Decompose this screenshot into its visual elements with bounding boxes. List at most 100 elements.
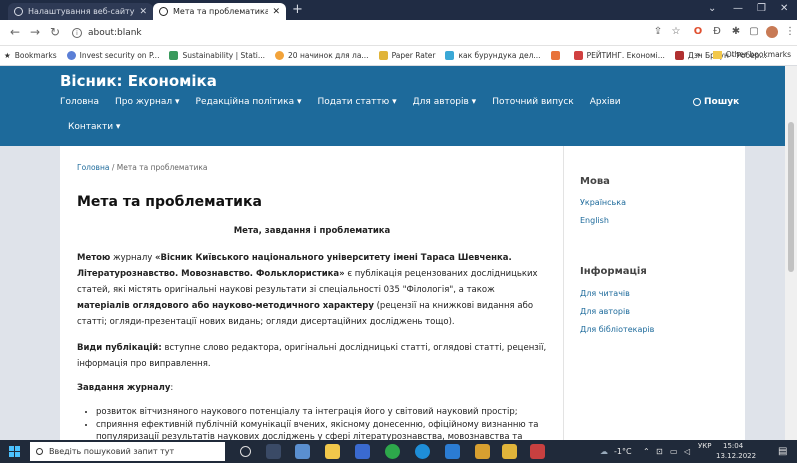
main-column: Головна / Мета та проблематика Мета та п…: [60, 146, 564, 440]
weather-icon[interactable]: ☁: [600, 447, 608, 456]
scrollbar[interactable]: [785, 66, 797, 440]
back-icon[interactable]: ←: [10, 25, 20, 39]
windows-start-icon[interactable]: [9, 446, 20, 457]
bookmark-favicon-icon: [169, 51, 179, 60]
bookmark-item[interactable]: Invest security on P...: [66, 51, 159, 60]
menu-icon[interactable]: ⋮: [784, 26, 796, 38]
network-icon[interactable]: ⊡: [656, 447, 663, 456]
keyboard-lang[interactable]: УКР: [698, 442, 711, 450]
task-view-icon[interactable]: [266, 444, 281, 459]
more-bookmarks-button[interactable]: »: [696, 50, 701, 59]
star-icon: ★: [4, 51, 11, 60]
weather-temp[interactable]: -1°C: [614, 447, 632, 456]
bookmark-item[interactable]: как бурундука дел...: [445, 51, 541, 60]
taskbar-app-icon[interactable]: [502, 444, 517, 459]
info-icon[interactable]: i: [72, 28, 82, 38]
restore-icon[interactable]: ❐: [757, 3, 766, 14]
bookmarks-bar: ★ Bookmarks Invest security on P... Sust…: [0, 46, 797, 66]
browser-tab-strip: Налаштування веб-сайту##cont ✕ Мета та п…: [0, 0, 797, 20]
information-heading: Інформація: [580, 266, 647, 277]
bookmark-favicon-icon: [66, 51, 76, 60]
nav-item[interactable]: Для авторів ▾: [413, 97, 477, 107]
file-explorer-icon[interactable]: [325, 444, 340, 459]
address-text: about:blank: [88, 28, 142, 38]
battery-icon[interactable]: ▭: [670, 447, 678, 456]
nav-item[interactable]: Про журнал ▾: [115, 97, 180, 107]
other-bookmarks[interactable]: Other bookmarks: [726, 50, 791, 59]
info-link-librarians[interactable]: Для бібліотекарів: [580, 325, 654, 334]
bookmark-favicon-icon: [378, 51, 388, 60]
chevron-down-icon: ▾: [471, 97, 477, 107]
extension-icon[interactable]: Ð: [711, 26, 723, 38]
tab-search-icon[interactable]: ⌄: [708, 3, 716, 14]
bookmark-item[interactable]: РЕЙТИНГ. Економі...: [573, 51, 665, 60]
taskbar-app-icon[interactable]: [295, 444, 310, 459]
avatar[interactable]: [766, 26, 778, 38]
windows-taskbar: Введіть пошуковий запит тут ☁ -1°C ⌃ ⊡ ▭…: [0, 440, 797, 463]
nav-item[interactable]: Головна: [60, 97, 99, 107]
info-link-readers[interactable]: Для читачів: [580, 289, 630, 298]
share-icon[interactable]: ⇪: [652, 26, 664, 38]
nav-item-contacts[interactable]: Контакти ▾: [68, 122, 120, 132]
bookmark-favicon-icon: [674, 51, 684, 60]
edge-icon[interactable]: [415, 444, 430, 459]
page-subtitle: Мета, завдання і проблематика: [233, 226, 391, 236]
close-tab-icon[interactable]: ✕: [272, 7, 280, 17]
browser-tab-active[interactable]: Мета та проблематика | Вісни ✕: [153, 3, 286, 20]
bookmark-item[interactable]: 20 начинок для ла...: [275, 51, 369, 60]
info-link-authors[interactable]: Для авторів: [580, 307, 630, 316]
browser-tab-settings[interactable]: Налаштування веб-сайту##cont ✕: [8, 3, 153, 20]
clock-time[interactable]: 15:04: [723, 442, 743, 450]
language-link-ukrainian[interactable]: Українська: [580, 198, 626, 207]
taskbar-app-icon[interactable]: [355, 444, 370, 459]
bookmark-favicon-icon: [445, 51, 455, 60]
star-icon[interactable]: ☆: [670, 26, 682, 38]
minimize-icon[interactable]: —: [733, 3, 743, 14]
close-tab-icon[interactable]: ✕: [139, 7, 147, 17]
nav-item[interactable]: Архіви: [590, 97, 621, 107]
reload-icon[interactable]: ↻: [50, 25, 60, 39]
puzzle-icon[interactable]: ✱: [730, 26, 742, 38]
chrome-icon[interactable]: [385, 444, 400, 459]
bookmark-favicon-icon: [550, 51, 560, 60]
site-title[interactable]: Вісник: Економіка: [60, 72, 217, 90]
taskbar-app-icon[interactable]: [530, 444, 545, 459]
chevron-down-icon: ▾: [175, 97, 180, 107]
aim-paragraph: Метою журналу «Вісник Київського націона…: [77, 253, 538, 327]
notifications-icon[interactable]: ▤: [778, 446, 787, 457]
close-window-icon[interactable]: ✕: [780, 3, 788, 14]
scrollbar-thumb[interactable]: [788, 122, 794, 272]
forward-icon[interactable]: →: [30, 25, 40, 39]
nav-item[interactable]: Редакційна політика ▾: [196, 97, 302, 107]
nav-item[interactable]: Поточний випуск: [492, 97, 574, 107]
search-icon: [693, 98, 701, 106]
volume-icon[interactable]: ◁: [684, 447, 690, 456]
language-heading: Мова: [580, 176, 610, 187]
sidepanel-icon[interactable]: ▢: [748, 26, 760, 38]
new-tab-button[interactable]: +: [292, 2, 303, 17]
breadcrumb-home-link[interactable]: Головна: [77, 163, 109, 172]
clock-date[interactable]: 13.12.2022: [716, 452, 756, 460]
bookmark-item[interactable]: [550, 51, 564, 60]
bookmarks-menu[interactable]: ★ Bookmarks: [4, 51, 57, 60]
bookmark-item[interactable]: Sustainability | Stati...: [169, 51, 265, 60]
page-content: Головна / Мета та проблематика Мета та п…: [60, 146, 745, 440]
taskbar-app-icon[interactable]: [475, 444, 490, 459]
word-icon[interactable]: [445, 444, 460, 459]
publication-types-paragraph: Види публікацій: вступне слово редактора…: [77, 343, 547, 369]
tab-title: Мета та проблематика | Вісни: [173, 7, 269, 16]
cortana-icon[interactable]: [240, 446, 251, 457]
nav-item[interactable]: Подати статтю ▾: [318, 97, 397, 107]
language-link-english[interactable]: English: [580, 216, 609, 225]
bookmarks-overflow: » Other bookmarks: [696, 50, 791, 59]
address-bar[interactable]: i about:blank: [72, 24, 572, 42]
sidebar: Мова Українська English Інформація Для ч…: [580, 146, 740, 440]
tray-chevron-icon[interactable]: ⌃: [643, 447, 650, 456]
bookmark-item[interactable]: Paper Rater: [378, 51, 435, 60]
search-button[interactable]: Пошук: [693, 97, 739, 107]
taskbar-search-input[interactable]: Введіть пошуковий запит тут: [30, 442, 225, 461]
tasks-list: розвиток вітчизняного наукового потенціа…: [90, 406, 550, 440]
chevron-down-icon: ▾: [296, 97, 302, 107]
extension-opera-icon[interactable]: O: [692, 26, 704, 38]
list-item: розвиток вітчизняного наукового потенціа…: [96, 406, 550, 418]
